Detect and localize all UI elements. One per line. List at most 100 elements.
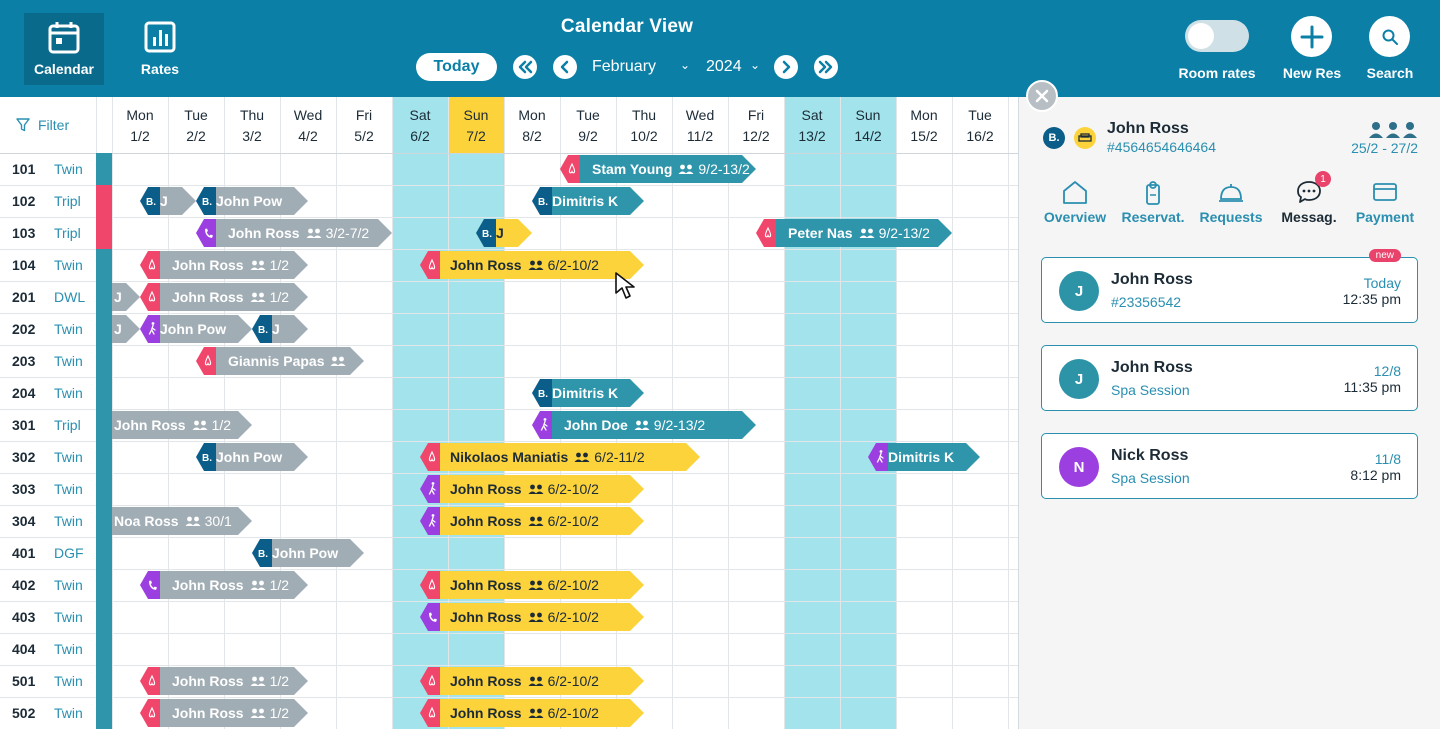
reservation-bar[interactable]: John Ross 1/2	[112, 411, 252, 439]
guest-name: John Ross	[1107, 120, 1189, 137]
home-icon	[1063, 181, 1087, 204]
reservation-bar[interactable]: John Ross 1/2	[140, 699, 308, 727]
next-week-button[interactable]	[774, 55, 798, 79]
day-header[interactable]: Tue 16/2	[952, 105, 1008, 147]
reservation-bar[interactable]: B. John Pow	[196, 443, 308, 471]
month-select[interactable]: February	[592, 58, 656, 76]
room-number: 202	[12, 321, 36, 337]
reservation-bar[interactable]: John Ross 1/2	[140, 667, 308, 695]
reservation-bar[interactable]: John Ross 1/2	[140, 251, 308, 279]
tab-overview[interactable]: Overview	[1035, 179, 1115, 225]
reservation-bar[interactable]: B. John Pow	[252, 539, 364, 567]
reservation-bar[interactable]: John Ross 1/2	[140, 571, 308, 599]
close-panel-button[interactable]	[1026, 80, 1058, 112]
day-header[interactable]: Mon 1/2	[112, 105, 168, 147]
room-type: Twin	[54, 481, 83, 497]
next-month-button[interactable]	[814, 55, 838, 79]
reservation-bar[interactable]: John Pow	[140, 315, 252, 343]
grid-col-line	[952, 97, 953, 729]
reservation-bar[interactable]: Giannis Papas	[196, 347, 364, 375]
day-name: Fri	[747, 107, 765, 123]
prev-month-button[interactable]	[513, 55, 537, 79]
day-name: Wed	[293, 107, 323, 123]
reservation-dates: 6/2-11/2	[594, 449, 645, 465]
today-button[interactable]: Today	[416, 53, 497, 81]
day-header[interactable]: Tue 2/2	[168, 105, 224, 147]
tab-requests[interactable]: Requests	[1191, 179, 1271, 225]
message-card[interactable]: J John Ross #23356542 Today 12:35 pm new	[1041, 249, 1418, 323]
reservation-bar[interactable]: John Ross 6/2-10/2	[420, 507, 644, 535]
room-number: 402	[12, 577, 36, 593]
reservation-dates: 6/2-10/2	[547, 609, 599, 625]
calendar-grid: Filter Mon 1/2 Tue 2/2 Thu 3/2 Wed 4/2 Fri 5/2 Sat…	[0, 97, 1018, 729]
day-header[interactable]: Fri 12/2	[728, 105, 784, 147]
day-header[interactable]: Sun 7/2	[448, 105, 504, 147]
search-button[interactable]	[1369, 16, 1410, 57]
day-name: Thu	[239, 107, 265, 123]
day-name: Sun	[463, 107, 489, 123]
reservation-bar[interactable]: B. John Pow	[196, 187, 308, 215]
message-card[interactable]: N Nick Ross Spa Session 11/8 8:12 pm	[1041, 433, 1418, 499]
day-header[interactable]: Wed 4/2	[280, 105, 336, 147]
prev-week-button[interactable]	[553, 55, 577, 79]
reservation-bar[interactable]: B. Dimitris K	[532, 187, 644, 215]
new-res-button[interactable]	[1291, 16, 1332, 57]
room-status-strip	[96, 217, 112, 249]
day-header[interactable]: Wed 11/2	[672, 105, 728, 147]
reservation-bar[interactable]: John Ross 6/2-10/2	[420, 475, 644, 503]
day-header[interactable]: Sun 14/2	[840, 105, 896, 147]
mouse-cursor-icon	[614, 271, 642, 306]
reservation-bar[interactable]: John Ross 6/2-10/2	[420, 667, 644, 695]
walk-source-icon	[532, 411, 552, 439]
tab-payment[interactable]: Payment	[1345, 179, 1425, 225]
room-rates-toggle[interactable]	[1185, 20, 1249, 52]
message-card[interactable]: J John Ross Spa Session 12/8 11:35 pm	[1041, 345, 1418, 411]
day-header[interactable]: Fri 5/2	[336, 105, 392, 147]
year-select[interactable]: 2024	[706, 58, 742, 76]
room-type: Twin	[54, 385, 83, 401]
reservation-bar[interactable]: Stam Young 9/2-13/2	[560, 155, 756, 183]
tab-reservations[interactable]: Reservat.	[1113, 179, 1193, 225]
reservation-bar[interactable]: John Ross 6/2-10/2	[420, 699, 644, 727]
guests-icon	[634, 417, 650, 433]
guests-icon	[528, 673, 544, 689]
day-header[interactable]: Thu 3/2	[224, 105, 280, 147]
message-date: Today	[1363, 275, 1401, 291]
guests-icon	[574, 449, 590, 465]
reservation-bar[interactable]: Nikolaos Maniatis 6/2-11/2	[420, 443, 700, 471]
reservation-bar[interactable]: B. Dimitris K	[532, 379, 644, 407]
reservation-bar[interactable]: Noa Ross 30/1	[112, 507, 252, 535]
reservation-bar[interactable]: John Ross 6/2-10/2	[420, 251, 644, 279]
day-header[interactable]: Sat 13/2	[784, 105, 840, 147]
reservation-dates: 1/2	[269, 577, 290, 593]
day-header[interactable]: Tue 9/2	[560, 105, 616, 147]
reservation-bar[interactable]: John Ross 1/2	[140, 283, 308, 311]
reservation-bar[interactable]: J	[112, 315, 140, 343]
reservation-bar[interactable]: B. J	[140, 187, 196, 215]
tab-messages[interactable]: 1 Messag.	[1269, 171, 1349, 225]
reservation-bar[interactable]: John Ross 3/2-7/2	[196, 219, 392, 247]
reservation-bar[interactable]: B. J	[252, 315, 308, 343]
reservation-bar[interactable]: John Ross 6/2-10/2	[420, 603, 644, 631]
reservation-bar[interactable]: Peter Nas 9/2-13/2	[756, 219, 952, 247]
filter-button[interactable]: Filter	[16, 117, 69, 133]
day-date: 9/2	[578, 128, 598, 144]
room-type: Twin	[54, 449, 83, 465]
reservation-bar[interactable]: B. J	[476, 219, 532, 247]
tab-reservations-label: Reservat.	[1121, 209, 1185, 225]
reservation-bar[interactable]: John Ross 6/2-10/2	[420, 571, 644, 599]
room-number: 101	[12, 161, 36, 177]
room-status-strip	[96, 281, 112, 313]
search-label: Search	[1366, 65, 1414, 81]
day-header[interactable]: Sat 6/2	[392, 105, 448, 147]
filter-icon	[16, 118, 30, 132]
year-chevron-down-icon[interactable]: ⌄	[750, 58, 760, 72]
reservation-bar[interactable]: John Doe 9/2-13/2	[532, 411, 756, 439]
reservation-bar[interactable]: J	[112, 283, 140, 311]
nav-rates-label: Rates	[140, 61, 180, 77]
day-header[interactable]: Mon 8/2	[504, 105, 560, 147]
day-header[interactable]: Mon 15/2	[896, 105, 952, 147]
day-header[interactable]: Thu 10/2	[616, 105, 672, 147]
month-chevron-down-icon[interactable]: ⌄	[680, 58, 690, 72]
reservation-bar[interactable]: Dimitris K	[868, 443, 980, 471]
